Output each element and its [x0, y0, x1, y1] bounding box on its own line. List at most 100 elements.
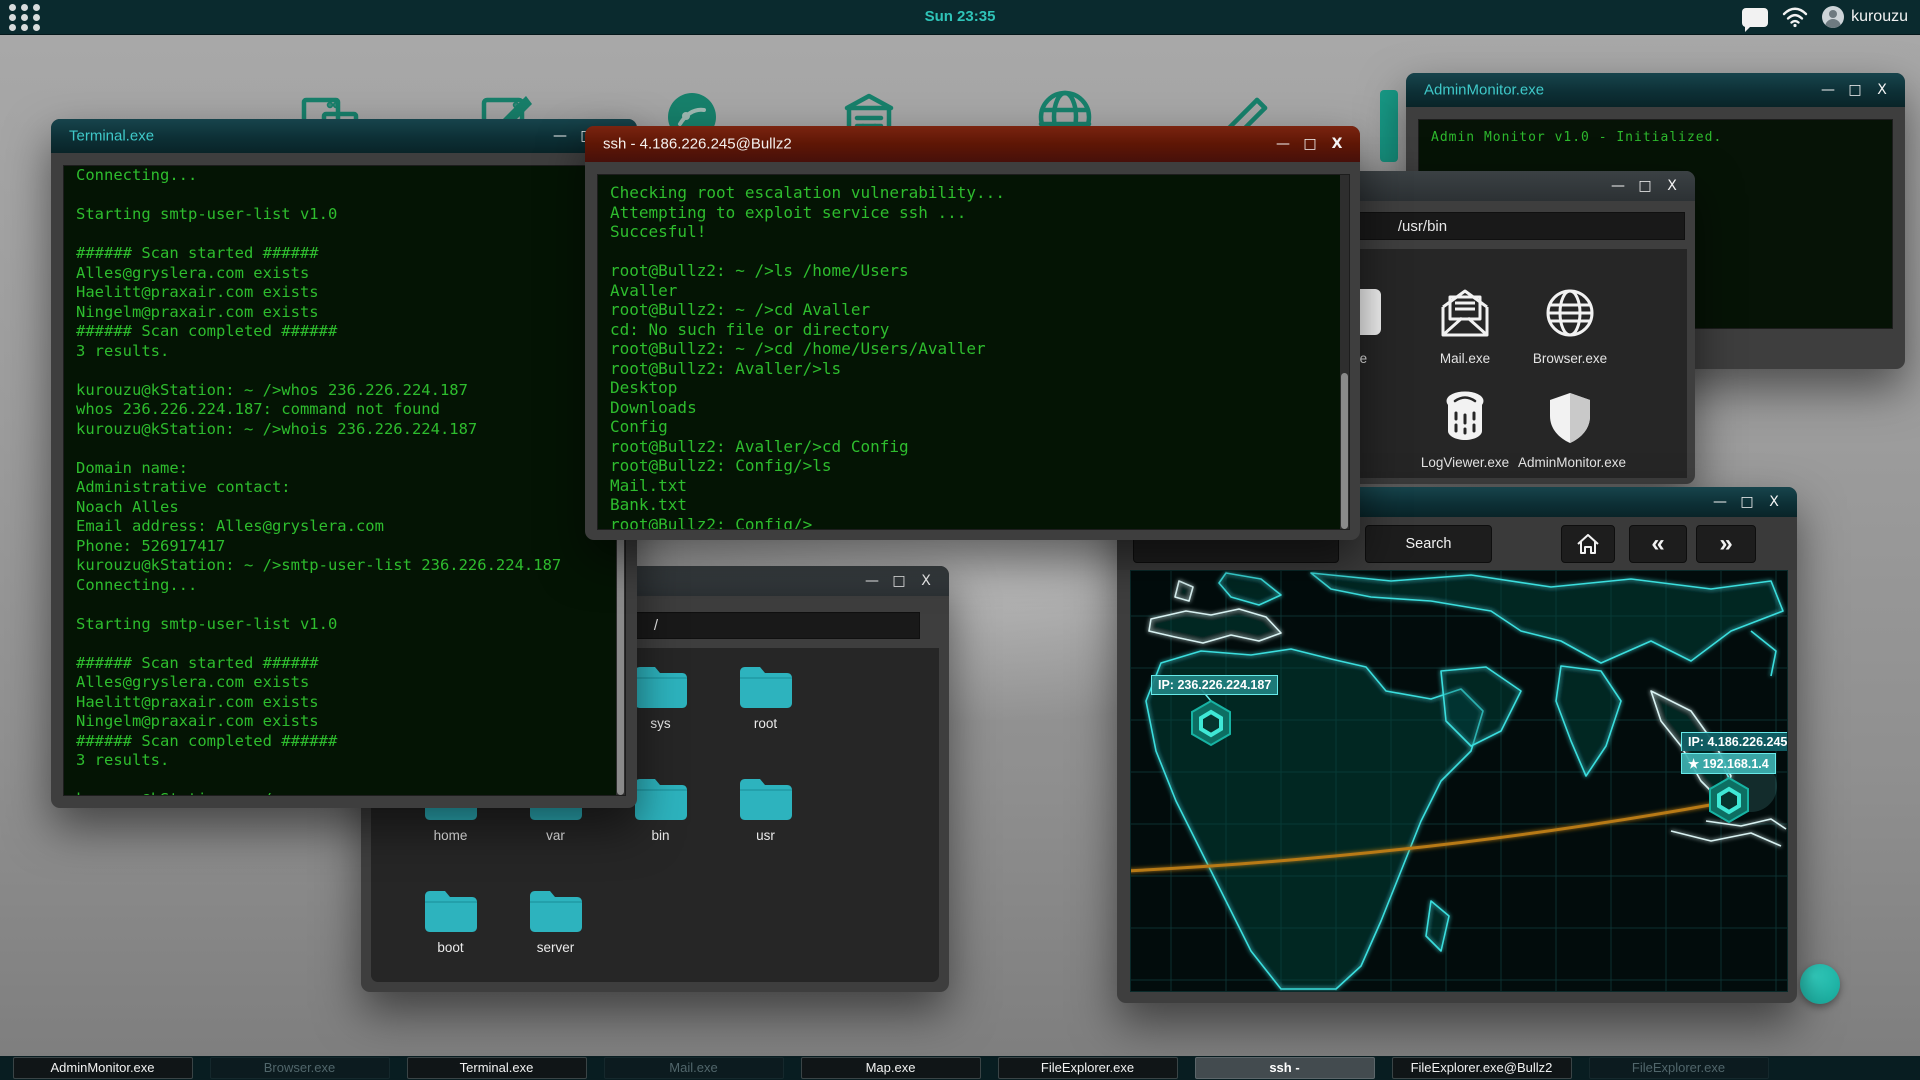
taskbar-slot: ssh -	[1186, 1057, 1383, 1079]
minimize-icon[interactable]: —	[1607, 178, 1629, 194]
minimize-icon[interactable]: —	[549, 128, 571, 144]
window-ssh: ssh - 4.186.226.245@Bullz2 — □ X Checkin…	[585, 126, 1360, 540]
window-terminal: Terminal.exe — □ X Connecting... Startin…	[51, 119, 637, 808]
folder-label: sys	[650, 716, 670, 731]
world-map	[1131, 571, 1787, 991]
shield-icon	[1543, 389, 1597, 447]
lan-ip: 192.168.1.4	[1703, 757, 1769, 771]
ip-label-a[interactable]: IP: 236.226.224.187	[1151, 675, 1278, 695]
taskbar-item[interactable]: FileExplorer.exe	[998, 1057, 1178, 1079]
file-item[interactable]: Mail.exe	[1413, 285, 1517, 366]
scrollbar-thumb[interactable]	[617, 512, 624, 795]
file-item[interactable]: AdminMonitor.exe	[1518, 389, 1622, 470]
globe-icon	[1543, 285, 1597, 343]
taskbar-item[interactable]: Mail.exe	[604, 1057, 784, 1079]
back-button[interactable]: «	[1629, 525, 1687, 563]
folder-label: server	[537, 940, 575, 955]
maximize-icon[interactable]: □	[1634, 178, 1656, 194]
search-button[interactable]: Search	[1365, 525, 1492, 563]
folder-icon	[528, 888, 584, 934]
admin-monitor-text: Admin Monitor v1.0 - Initialized.	[1419, 120, 1892, 156]
scrollbar-thumb[interactable]	[1341, 373, 1348, 529]
taskbar-item[interactable]: Browser.exe	[210, 1057, 390, 1079]
terminal-output[interactable]: Connecting... Starting smtp-user-list v1…	[63, 165, 626, 796]
close-icon[interactable]: X	[915, 573, 937, 589]
close-icon[interactable]: X	[1326, 136, 1348, 152]
forward-icon: »	[1719, 530, 1732, 558]
taskbar-slot: Map.exe	[792, 1057, 989, 1079]
folder-label: bin	[651, 828, 669, 843]
wifi-icon[interactable]	[1782, 6, 1808, 28]
clock: Sun 23:35	[0, 8, 1920, 25]
taskbar-item[interactable]: Terminal.exe	[407, 1057, 587, 1079]
taskbar: AdminMonitor.exe Browser.exe Terminal.ex…	[0, 1056, 1920, 1080]
window-title: Terminal.exe	[69, 128, 154, 145]
folder-label: home	[434, 828, 468, 843]
folder-item[interactable]: root	[713, 658, 818, 770]
username: kurouzu	[1851, 8, 1908, 26]
window-map: — □ X Search « »	[1117, 487, 1797, 1003]
file-label: AdminMonitor.exe	[1518, 455, 1626, 470]
window-title: ssh - 4.186.226.245@Bullz2	[603, 136, 792, 153]
folder-icon	[633, 776, 689, 822]
close-icon[interactable]: X	[1871, 82, 1893, 98]
star-icon: ★	[1688, 757, 1699, 771]
taskbar-item[interactable]: ssh -	[1195, 1057, 1375, 1079]
maximize-icon[interactable]: □	[1844, 82, 1866, 98]
lan-label-b[interactable]: ★ 192.168.1.4	[1681, 753, 1776, 774]
forward-button[interactable]: »	[1696, 525, 1756, 563]
taskbar-item[interactable]: FileExplorer.exe@Bullz2	[1392, 1057, 1572, 1079]
minimize-icon[interactable]: —	[1709, 494, 1731, 510]
file-label: LogViewer.exe	[1421, 455, 1509, 470]
folder-icon	[423, 888, 479, 934]
admin-monitor-titlebar[interactable]: AdminMonitor.exe — □ X	[1406, 73, 1905, 107]
taskbar-item[interactable]: FileExplorer.exe	[1589, 1057, 1769, 1079]
close-icon[interactable]: X	[1763, 494, 1785, 510]
folder-item[interactable]: server	[503, 882, 608, 994]
ssh-output[interactable]: Checking root escalation vulnerability..…	[597, 174, 1350, 530]
minimize-icon[interactable]: —	[861, 573, 883, 589]
folder-label: boot	[437, 940, 463, 955]
maximize-icon[interactable]: □	[1736, 494, 1758, 510]
taskbar-slot: AdminMonitor.exe	[4, 1057, 201, 1079]
file-label: Browser.exe	[1533, 351, 1607, 366]
taskbar-slot: Mail.exe	[595, 1057, 792, 1079]
folder-icon	[738, 776, 794, 822]
home-button[interactable]	[1561, 525, 1615, 563]
ssh-titlebar[interactable]: ssh - 4.186.226.245@Bullz2 — □ X	[585, 126, 1360, 162]
mail-open-icon	[1438, 285, 1492, 343]
terminal-titlebar[interactable]: Terminal.exe — □ X	[51, 119, 637, 153]
file-item[interactable]: LogViewer.exe	[1413, 389, 1517, 470]
log-cylinder-icon	[1438, 389, 1492, 447]
ssh-text: Checking root escalation vulnerability..…	[598, 175, 1349, 530]
minimize-icon[interactable]: —	[1272, 136, 1294, 152]
file-item[interactable]: Browser.exe	[1518, 285, 1622, 366]
folder-item[interactable]: boot	[398, 882, 503, 994]
maximize-icon[interactable]: □	[1299, 136, 1321, 152]
taskbar-slot: Browser.exe	[201, 1057, 398, 1079]
close-icon[interactable]: X	[1661, 178, 1683, 194]
folder-item[interactable]: usr	[713, 770, 818, 882]
ssh-scrollbar[interactable]	[1340, 175, 1349, 529]
ip-label-b[interactable]: IP: 4.186.226.245	[1681, 732, 1788, 751]
desktop-widget-button[interactable]	[1800, 964, 1840, 1004]
desktop-icon-partial[interactable]	[1380, 90, 1398, 162]
top-bar: Sun 23:35 kurouzu	[0, 0, 1920, 35]
maximize-icon[interactable]: □	[888, 573, 910, 589]
map-canvas[interactable]: IP: 236.226.224.187 IP: 4.186.226.245 ★ …	[1130, 570, 1788, 992]
minimize-icon[interactable]: —	[1817, 82, 1839, 98]
avatar	[1822, 6, 1844, 28]
window-title: AdminMonitor.exe	[1424, 82, 1544, 99]
taskbar-slot: FileExplorer.exe	[1580, 1057, 1777, 1079]
taskbar-item[interactable]: Map.exe	[801, 1057, 981, 1079]
taskbar-item[interactable]: AdminMonitor.exe	[13, 1057, 193, 1079]
folder-label: root	[754, 716, 777, 731]
user-chip[interactable]: kurouzu	[1822, 6, 1908, 28]
home-icon	[1577, 534, 1599, 554]
folder-label: var	[546, 828, 565, 843]
file-label: Mail.exe	[1440, 351, 1490, 366]
taskbar-slot: Terminal.exe	[398, 1057, 595, 1079]
back-icon: «	[1651, 530, 1664, 558]
folder-icon	[738, 664, 794, 710]
chat-icon[interactable]	[1742, 8, 1768, 27]
